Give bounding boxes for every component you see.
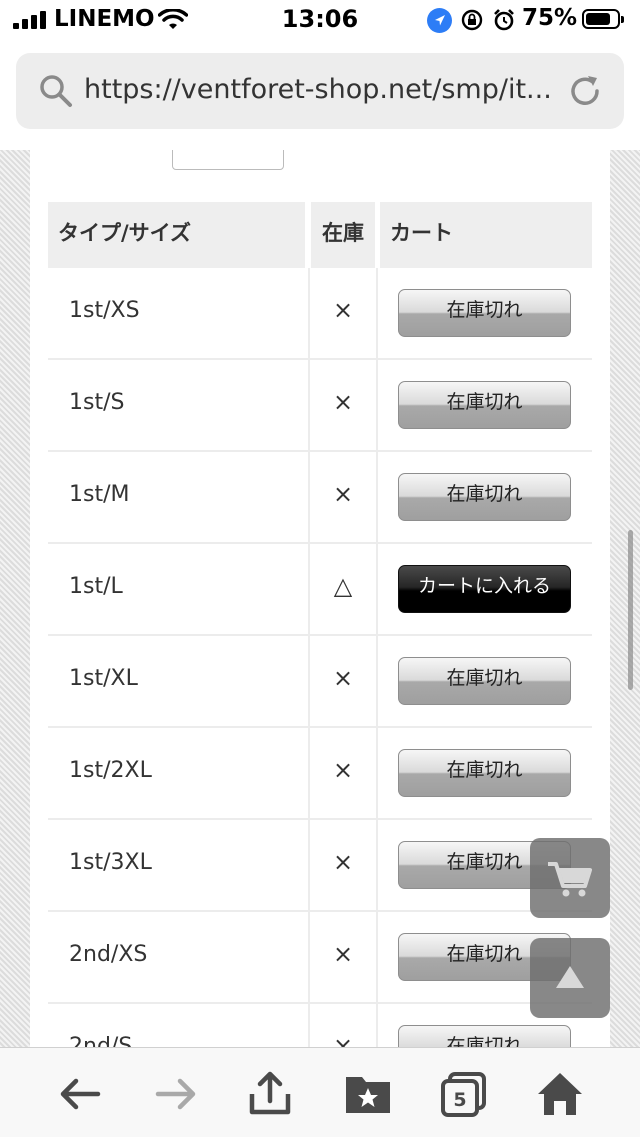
page-viewport[interactable]: タイプ/サイズ 在庫 カート 1st/XS × 在庫切れ 1st/S × 在庫切… [0,150,640,1047]
browser-toolbar: 5 [0,1047,640,1137]
stock-mark: × [332,756,354,784]
status-bar: LINEMO 13:06 75% [0,0,640,40]
table-row: 1st/S × 在庫切れ [48,360,592,452]
table-header: タイプ/サイズ 在庫 カート [48,202,592,268]
size-label: 2nd/XS [69,942,148,967]
table-row: 1st/XS × 在庫切れ [48,268,592,360]
address-bar[interactable]: https://ventforet-shop.net/smp/it... [16,53,624,129]
floating-cart-button[interactable] [530,838,610,918]
size-label: 1st/M [69,482,130,507]
cart-icon [548,862,592,897]
quantity-row [30,150,610,176]
reload-icon[interactable] [566,72,604,110]
add-to-cart-button[interactable]: カートに入れる [398,565,571,613]
battery-percent: 75% [522,5,578,31]
home-icon[interactable] [536,1070,584,1118]
url-text[interactable]: https://ventforet-shop.net/smp/it... [84,74,564,105]
stock-mark: × [332,1032,354,1047]
size-label: 1st/2XL [69,758,152,783]
size-label: 2nd/S [69,1034,133,1047]
header-cart: カート [380,202,592,268]
sold-out-button[interactable]: 在庫切れ [398,657,571,705]
stock-mark: × [332,848,354,876]
battery-icon [582,9,624,29]
location-icon [427,8,452,33]
page-scrollbar[interactable] [628,530,633,690]
table-row: 1st/2XL × 在庫切れ [48,728,592,820]
tab-count: 5 [453,1089,466,1111]
browser-header: https://ventforet-shop.net/smp/it... [0,40,640,151]
stock-mark: × [332,388,354,416]
table-row: 2nd/XS × 在庫切れ [48,912,592,1004]
scroll-to-top-button[interactable] [530,938,610,1018]
size-label: 1st/3XL [69,850,152,875]
header-stock: 在庫 [311,202,375,268]
size-label: 1st/XS [69,298,140,323]
table-row: 1st/M × 在庫切れ [48,452,592,544]
search-icon [40,75,72,107]
size-label: 1st/XL [69,666,138,691]
stock-mark: × [332,940,354,968]
stock-mark: × [332,480,354,508]
stock-mark: × [332,296,354,324]
table-row: 1st/3XL × 在庫切れ [48,820,592,912]
table-row: 2nd/S × 在庫切れ [48,1004,592,1047]
sold-out-button[interactable]: 在庫切れ [398,749,571,797]
orientation-lock-icon [461,9,483,31]
quantity-input[interactable] [172,150,284,170]
forward-arrow-icon[interactable] [152,1070,200,1118]
stock-mark: △ [333,572,353,600]
tabs-icon[interactable]: 5 [440,1070,488,1118]
sold-out-button[interactable]: 在庫切れ [398,1025,571,1047]
table-row: 1st/XL × 在庫切れ [48,636,592,728]
table-row: 1st/L △ カートに入れる [48,544,592,636]
header-type-size: タイプ/サイズ [48,202,305,268]
arrow-up-icon [556,966,584,988]
size-label: 1st/S [69,390,125,415]
sold-out-button[interactable]: 在庫切れ [398,381,571,429]
sold-out-button[interactable]: 在庫切れ [398,473,571,521]
size-label: 1st/L [69,574,123,599]
product-content: タイプ/サイズ 在庫 カート 1st/XS × 在庫切れ 1st/S × 在庫切… [30,150,610,1047]
alarm-icon [494,9,514,31]
back-arrow-icon[interactable] [56,1070,104,1118]
bookmark-star-icon[interactable] [344,1070,392,1118]
stock-mark: × [332,664,354,692]
share-icon[interactable] [246,1070,294,1118]
sold-out-button[interactable]: 在庫切れ [398,289,571,337]
